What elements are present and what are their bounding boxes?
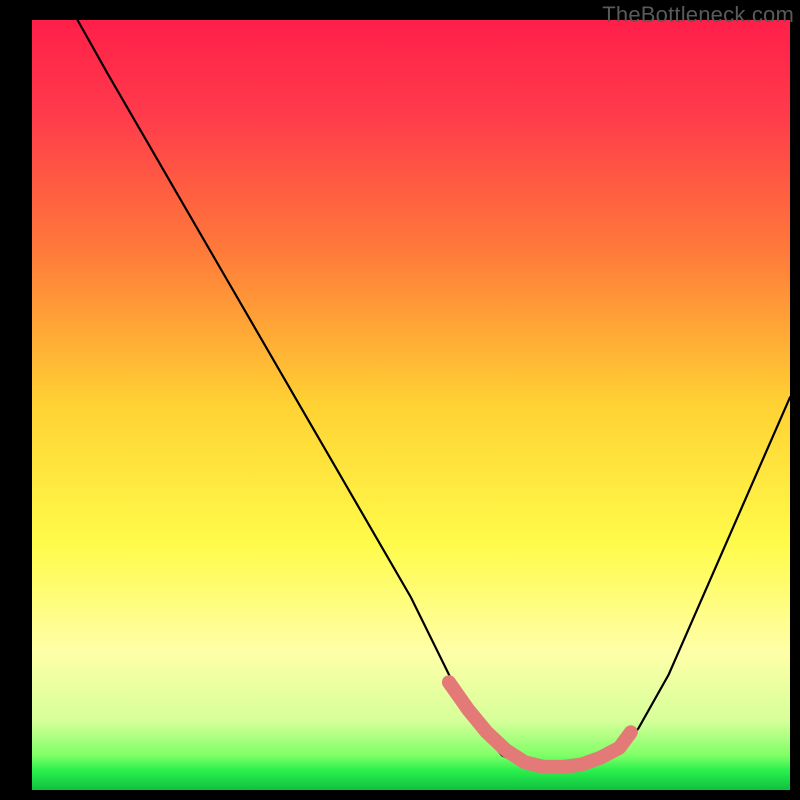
- watermark-text: TheBottleneck.com: [602, 2, 794, 28]
- chart-svg: [32, 20, 790, 790]
- chart-background: [32, 20, 790, 790]
- chart-frame: [32, 20, 790, 790]
